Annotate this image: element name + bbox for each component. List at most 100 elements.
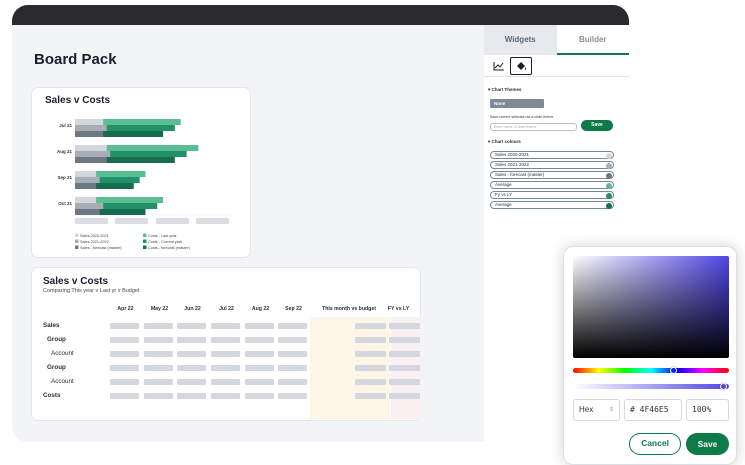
colour-swatch[interactable] bbox=[606, 182, 612, 189]
paint-bucket-button[interactable] bbox=[510, 57, 532, 75]
colour-item[interactable]: Average bbox=[490, 201, 614, 209]
bar-costs-forecast-master- bbox=[99, 209, 146, 215]
colour-item-label: Average bbox=[495, 202, 512, 207]
table-cell bbox=[245, 365, 274, 371]
colour-swatch[interactable] bbox=[606, 152, 612, 159]
legend-label: Sales 2021-2022 bbox=[80, 240, 109, 244]
column-header: Sep 22 bbox=[285, 306, 302, 312]
table-cell bbox=[211, 337, 240, 343]
table-cell bbox=[245, 379, 274, 385]
table-cell bbox=[177, 393, 206, 399]
column-header: This month vs budget bbox=[322, 306, 376, 312]
colour-swatch[interactable] bbox=[606, 192, 612, 199]
table-cell bbox=[211, 323, 240, 329]
x-tick-placeholder bbox=[75, 218, 108, 224]
colour-item-label: Sales 2020-2021 bbox=[495, 152, 530, 157]
table-cell bbox=[110, 323, 139, 329]
bar-costs-forecast-master- bbox=[96, 183, 134, 189]
table-cell bbox=[177, 337, 206, 343]
tab-builder[interactable]: Builder bbox=[557, 25, 630, 55]
table-cell bbox=[211, 365, 240, 371]
save-button[interactable]: Save bbox=[686, 433, 729, 455]
opacity-input[interactable]: 100% bbox=[686, 399, 729, 421]
row-label: Costs bbox=[43, 392, 61, 399]
colour-item[interactable]: Sales - forecast (master) bbox=[490, 171, 614, 179]
x-tick-placeholder bbox=[156, 218, 189, 224]
column-header: FY vs LY bbox=[387, 306, 410, 312]
tab-widgets[interactable]: Widgets bbox=[484, 25, 557, 55]
table-cell bbox=[177, 379, 206, 385]
colour-swatch[interactable] bbox=[606, 172, 612, 179]
table-cell bbox=[110, 365, 139, 371]
table-cell bbox=[144, 365, 173, 371]
category-label: Jul 21 bbox=[59, 123, 72, 128]
table-title: Sales v Costs bbox=[43, 276, 109, 287]
row-label: Sales bbox=[43, 322, 60, 329]
opacity-handle[interactable] bbox=[720, 383, 727, 390]
table-cell bbox=[389, 393, 420, 399]
bar-chart: Jul 21 Aug 21 Sep 21 Oct 21 Sales 2020-2021 C… bbox=[57, 119, 232, 250]
column-header: Aug 22 bbox=[251, 306, 270, 312]
table-cell bbox=[245, 323, 274, 329]
chevron-updown-icon: ⇕ bbox=[608, 407, 614, 413]
table-cell bbox=[144, 337, 173, 343]
table-cell bbox=[144, 393, 173, 399]
opacity-slider[interactable] bbox=[573, 384, 729, 389]
table-cell bbox=[389, 351, 420, 357]
window-title-bar bbox=[12, 5, 629, 25]
bar-costs-current-year bbox=[106, 125, 175, 131]
chart-card[interactable]: Sales v Costs Jul 21 Aug 21 Sep 21 Oct 21 Sa… bbox=[31, 87, 251, 258]
colour-item-label: Sales - forecast (master) bbox=[495, 172, 545, 177]
line-chart-button[interactable] bbox=[488, 57, 510, 75]
legend-swatch bbox=[143, 233, 147, 237]
bar-costs-current-year bbox=[99, 177, 140, 183]
table-cell bbox=[355, 393, 386, 399]
paint-bucket-icon bbox=[517, 61, 526, 70]
legend-swatch bbox=[143, 239, 147, 243]
colour-item-label: Sales 2021-2022 bbox=[495, 162, 530, 167]
table-cell bbox=[177, 351, 206, 357]
table-cell bbox=[110, 351, 139, 357]
table-cell bbox=[110, 393, 139, 399]
table-cell bbox=[389, 365, 420, 371]
row-label: Group bbox=[47, 364, 66, 371]
table-cell bbox=[245, 337, 274, 343]
colour-swatch[interactable] bbox=[606, 202, 612, 209]
legend-swatch bbox=[75, 239, 79, 243]
cancel-button[interactable]: Cancel bbox=[629, 433, 681, 455]
legend-swatch bbox=[75, 233, 79, 237]
theme-name-input[interactable]: Enter name of chart theme bbox=[490, 123, 577, 131]
legend-label: Costs - Last year bbox=[148, 234, 177, 238]
table-cell bbox=[211, 379, 240, 385]
legend-swatch bbox=[143, 245, 147, 249]
format-value: Hex bbox=[579, 405, 594, 414]
category-label: Sep 21 bbox=[57, 175, 72, 180]
colour-item-label: Average bbox=[495, 182, 512, 187]
theme-select[interactable]: None bbox=[490, 99, 544, 108]
hex-input[interactable]: # 4F46E5 bbox=[624, 399, 682, 421]
legend-label: Costs - Current year bbox=[148, 240, 183, 244]
category-label: Oct 21 bbox=[58, 201, 72, 206]
table-cell bbox=[278, 323, 307, 329]
column-header: Jul 22 bbox=[219, 306, 234, 312]
table-cell bbox=[177, 365, 206, 371]
colour-swatch[interactable] bbox=[606, 162, 612, 169]
colour-item[interactable]: Average bbox=[490, 181, 614, 189]
save-theme-button[interactable]: Save bbox=[581, 120, 613, 131]
table-cell bbox=[110, 379, 139, 385]
legend-label: Sales 2020-2021 bbox=[80, 234, 109, 238]
colour-item[interactable]: Fy vs LY bbox=[490, 191, 614, 199]
format-select[interactable]: Hex ⇕ bbox=[573, 399, 620, 421]
table-cell bbox=[245, 393, 274, 399]
table-card[interactable]: Sales v Costs Comparing This year v Last… bbox=[31, 267, 421, 421]
bar-costs-current-year bbox=[103, 203, 158, 209]
colour-item[interactable]: Sales 2020-2021 bbox=[490, 151, 614, 159]
bar-costs-current-year bbox=[110, 151, 187, 157]
colour-item[interactable]: Sales 2021-2022 bbox=[490, 161, 614, 169]
table-cell bbox=[389, 323, 420, 329]
saturation-value-area[interactable] bbox=[573, 256, 729, 358]
hue-slider[interactable] bbox=[573, 368, 729, 373]
table-cell bbox=[355, 365, 386, 371]
hue-handle[interactable] bbox=[670, 367, 677, 374]
x-tick-placeholder bbox=[196, 218, 229, 224]
